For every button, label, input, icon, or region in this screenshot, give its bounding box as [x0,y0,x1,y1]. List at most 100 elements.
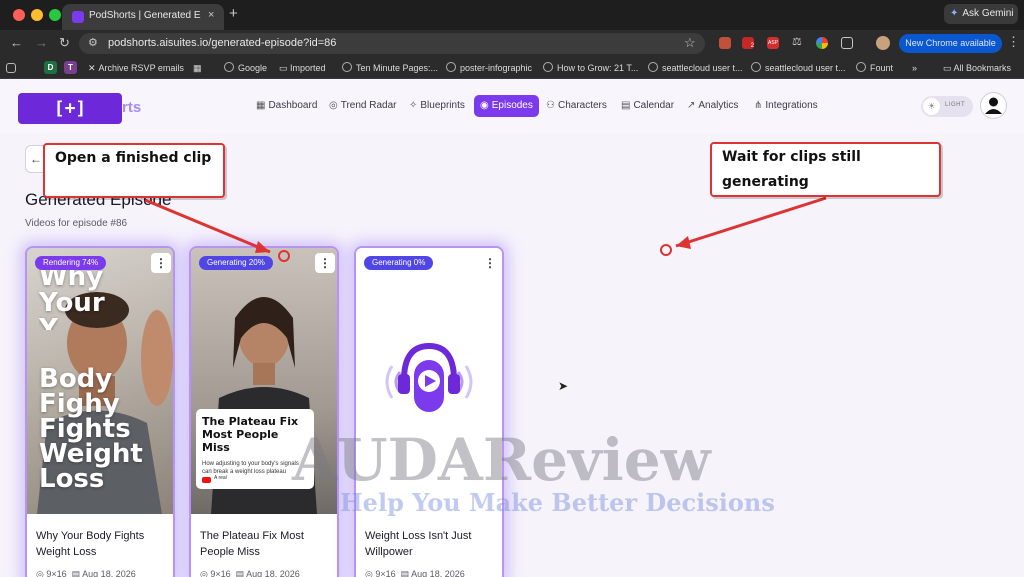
bookmark-grid-icon[interactable]: ▦ [193,61,202,75]
extension-asp-label: ASP [767,40,778,46]
extension-2-badge: 2 [750,43,754,49]
aspect-ratio: 9×16 [210,569,231,577]
card-meta: ◎ 9×16 ▤ Aug 18, 2026 [365,569,465,577]
card-menu-icon[interactable]: ⋮ [151,253,171,273]
reload-icon[interactable]: ↻ [59,35,70,51]
nav-characters[interactable]: ⚇ Characters [540,95,613,117]
forward-arrow-icon[interactable]: → [35,35,48,50]
profile-avatar[interactable] [876,36,890,50]
bookmark-how-to-grow[interactable]: How to Grow: 21 T... [543,61,638,75]
globe-icon [751,62,761,72]
card-menu-icon[interactable]: ⋮ [315,253,335,273]
strike-icon: ✕ [88,63,96,73]
status-badge: Generating 0% [364,256,434,270]
card-date: Aug 18, 2026 [411,569,465,577]
bookmark-ten-minute[interactable]: Ten Minute Pages:... [342,61,438,75]
browser-tab-active[interactable]: PodShorts | Generated Episode × [62,4,224,30]
nav-label: Dashboard [268,100,318,111]
extensions-puzzle-icon[interactable] [841,37,853,49]
theme-label: LIGHT [945,102,966,108]
callout-open-finished-clip: Open a finished clip [43,143,225,198]
maximize-window-button[interactable] [49,9,61,21]
episode-card-3[interactable]: Generating 0% ⋮ Weight Loss Isn't Just W… [354,246,504,577]
bookmark-seattlecloud-2[interactable]: seattlecloud user t... [751,61,846,75]
bookmark-label: Imported [290,63,326,73]
card-menu-icon[interactable]: ⋮ [480,253,500,273]
nav-episodes[interactable]: ◉ Episodes [474,95,539,117]
nav-calendar[interactable]: ▤ Calendar [615,95,680,117]
calendar-icon: ▤ [398,569,412,577]
ask-gemini-button[interactable]: ✦ Ask Gemini [944,4,1018,24]
card-1-overlay-line: Y [39,316,58,330]
new-chrome-available-button[interactable]: New Chrome available [899,34,1002,53]
episode-card-2[interactable]: The Plateau Fix Most People Miss How adj… [189,246,339,577]
bookmark-seattlecloud-1[interactable]: seattlecloud user t... [648,61,743,75]
share-icon: ⋔ [754,100,763,111]
bookmark-google[interactable]: Google [224,61,267,75]
nav-label: Integrations [765,100,818,111]
card-1-thumbnail[interactable]: Why Your Y Body Fighy Fights Weight Loss… [27,248,173,514]
bookmark-poster[interactable]: poster-infographic [446,61,532,75]
card-1-overlay-line: Your [39,288,105,318]
url-text[interactable]: podshorts.aisuites.io/generated-episode?… [108,37,336,49]
extension-1-icon[interactable] [719,37,731,49]
folder-icon: ▭ [279,63,291,73]
tab-title: PodShorts | Generated Episode [89,10,201,21]
logo-overlay-box[interactable]: [+] [18,93,122,124]
nav-label: Blueprints [420,100,465,111]
bookmark-fount[interactable]: Fount [856,61,893,75]
aspect-ratio: 9×16 [46,569,67,577]
google-icon [224,62,234,72]
close-window-button[interactable] [13,9,25,21]
sun-icon: ☀ [923,98,940,115]
calendar-icon: ▤ [233,569,247,577]
bookmark-label: All Bookmarks [953,63,1012,73]
bookmarks-overflow-button[interactable]: » [912,61,917,75]
bookmark-archive-rsvp[interactable]: ✕ Archive RSVP emails [88,61,184,75]
browser-toolbar: ← → ↻ ⚙ podshorts.aisuites.io/generated-… [0,30,1024,57]
users-icon: ⚇ [546,100,555,111]
bookmark-label: Google [238,63,268,73]
bookmark-t[interactable]: T [64,61,77,74]
nav-trend-radar[interactable]: ◎ Trend Radar [323,95,403,117]
chrome-menu-icon[interactable]: ⋮ [1007,34,1020,50]
bookmark-d[interactable]: D [44,61,57,74]
overlay-footer: A real [214,475,227,481]
user-menu-button[interactable] [980,92,1007,119]
nav-blueprints[interactable]: ✧ Blueprints [403,95,471,117]
bookmark-star-icon[interactable]: ☆ [684,35,696,51]
minimize-window-button[interactable] [31,9,43,21]
all-bookmarks[interactable]: ▭ All Bookmarks [943,61,1011,75]
site-info-icon[interactable]: ⚙ [88,36,98,49]
apps-square-icon[interactable] [6,63,16,73]
nav-dashboard[interactable]: ▦ Dashboard [250,95,323,117]
theme-toggle[interactable]: ☀ LIGHT [921,96,973,117]
ask-gemini-label: Ask Gemini [962,8,1014,19]
nav-analytics[interactable]: ↗ Analytics [681,95,744,117]
extension-asp-icon[interactable]: ASP [767,37,779,49]
browser-tab-strip: PodShorts | Generated Episode × + ✦Ask G… [0,0,1024,30]
card-title[interactable]: Why Your Body Fights Weight Loss [36,528,168,560]
episode-card-1[interactable]: Why Your Y Body Fighy Fights Weight Loss… [25,246,175,577]
extension-2-icon[interactable]: 2 [742,37,754,49]
card-title[interactable]: The Plateau Fix Most People Miss [200,528,332,560]
nav-label: Episodes [491,100,533,111]
extension-4-icon[interactable]: ⚖ [792,35,804,48]
globe-icon [543,62,553,72]
nav-label: Analytics [698,100,739,111]
address-bar[interactable]: ⚙ podshorts.aisuites.io/generated-episod… [79,33,705,54]
watermark-brand: AUDAReview [292,426,711,494]
extension-5-icon[interactable] [816,37,828,49]
folder-icon: ▭ [943,63,954,73]
nav-integrations[interactable]: ⋔ Integrations [748,95,824,117]
nav-label: Calendar [633,100,675,111]
chart-icon: ↗ [687,100,696,111]
bookmark-label: Archive RSVP emails [98,63,184,73]
back-arrow-icon[interactable]: ← [10,35,23,50]
bookmark-imported[interactable]: ▭ Imported [279,61,326,75]
logo-text: rts [122,99,142,116]
tab-close-icon[interactable]: × [208,9,214,21]
callout-wait-for-clips: Wait for clips still generating [710,142,941,197]
new-tab-button[interactable]: + [229,5,238,22]
card-title[interactable]: Weight Loss Isn't Just Willpower [365,528,497,560]
